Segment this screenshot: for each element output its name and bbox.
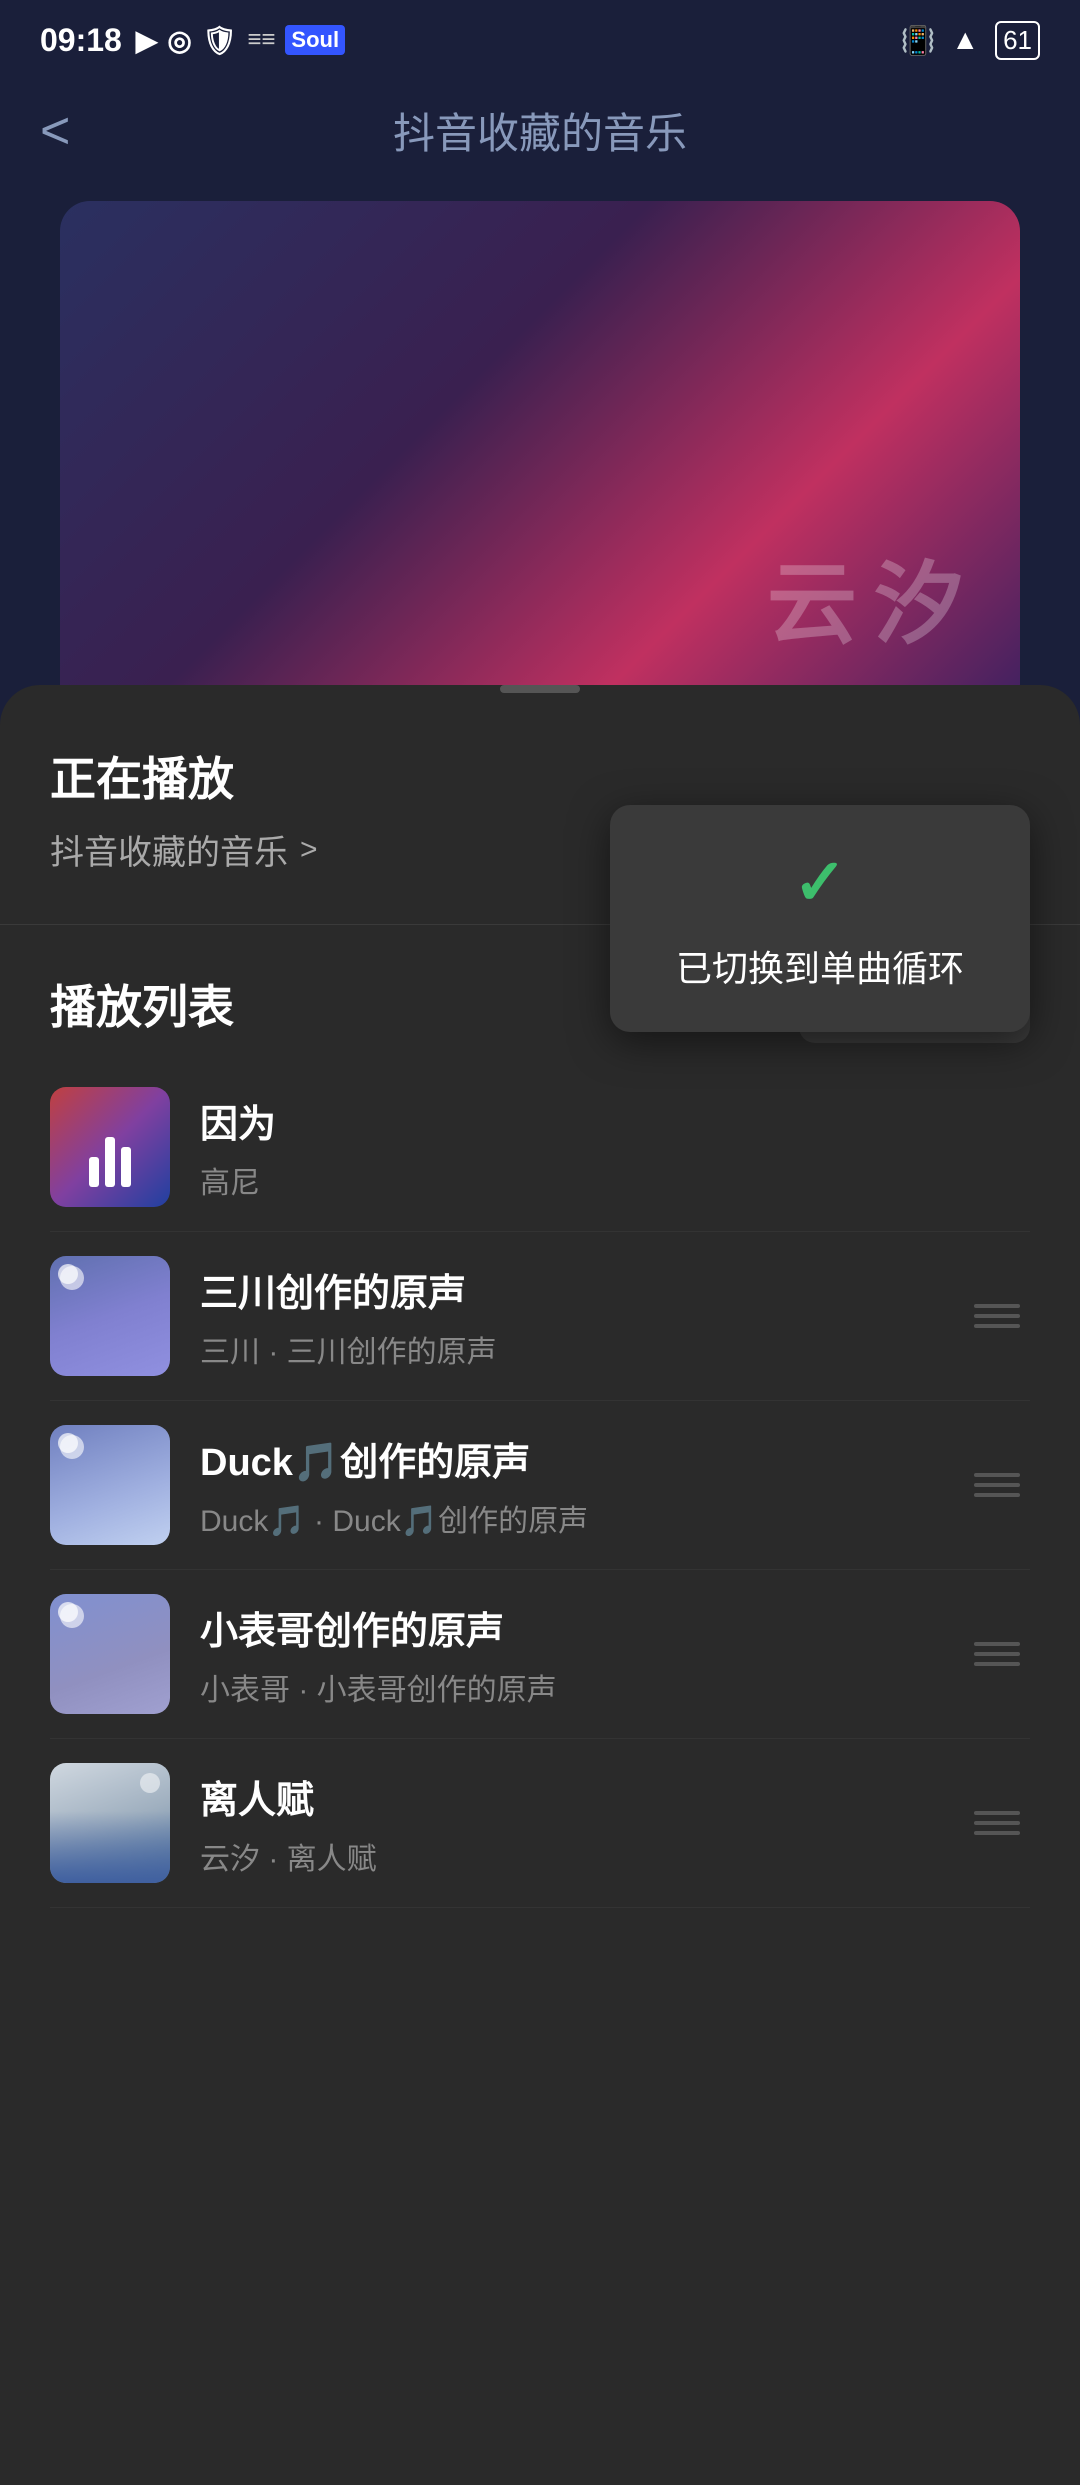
track-info-3: Duck🎵创作的原声 Duck🎵 · Duck🎵创作的原声 (200, 1431, 934, 1540)
track-sub-5: 云汐 · 离人赋 (200, 1834, 934, 1878)
track-name-2: 三川创作的原声 (200, 1262, 934, 1317)
soul-icon: Soul (285, 25, 345, 55)
track-info-1: 因为 高尼 (200, 1093, 1030, 1202)
status-time: 09:18 (40, 22, 122, 59)
track-item[interactable]: Duck🎵创作的原声 Duck🎵 · Duck🎵创作的原声 (50, 1401, 1030, 1570)
drag-reorder-icon-5[interactable] (964, 1801, 1030, 1845)
track-sub-4: 小表哥 · 小表哥创作的原声 (200, 1665, 934, 1709)
track-thumbnail-3 (50, 1425, 170, 1545)
app-icon: ≡≡ (247, 26, 275, 54)
drag-reorder-icon-3[interactable] (964, 1463, 1030, 1507)
status-right: 📳 ▲ 61 (900, 21, 1040, 60)
now-playing-label: 正在播放 (50, 743, 1030, 809)
track-item[interactable]: 因为 高尼 (50, 1063, 1030, 1232)
album-overlay-text: 云 汐 (767, 531, 960, 661)
shield-icon: 🛡 (202, 24, 238, 57)
now-playing-playlist: 抖音收藏的音乐 (50, 825, 288, 874)
track-thumbnail-5 (50, 1763, 170, 1883)
battery-icon: 61 (995, 21, 1040, 60)
check-icon: ✓ (793, 845, 847, 920)
drag-handle[interactable] (500, 685, 580, 693)
track-info-4: 小表哥创作的原声 小表哥 · 小表哥创作的原声 (200, 1600, 934, 1709)
track-sub-2: 三川 · 三川创作的原声 (200, 1327, 934, 1371)
notification-icon: ▶ (136, 24, 158, 57)
playlist-title: 播放列表 (50, 971, 234, 1037)
chevron-right-icon: > (300, 833, 318, 867)
drag-reorder-icon-2[interactable] (964, 1294, 1030, 1338)
track-thumbnail-2 (50, 1256, 170, 1376)
album-art: 云 汐 (60, 201, 1020, 721)
track-name-5: 离人赋 (200, 1769, 934, 1824)
track-sub-1: 高尼 (200, 1158, 1030, 1202)
page-title: 抖音收藏的音乐 (393, 100, 687, 161)
track-sub-3: Duck🎵 · Duck🎵创作的原声 (200, 1496, 934, 1540)
track-item[interactable]: 小表哥创作的原声 小表哥 · 小表哥创作的原声 (50, 1570, 1030, 1739)
track-item[interactable]: 三川创作的原声 三川 · 三川创作的原声 (50, 1232, 1030, 1401)
equalizer-icon (89, 1137, 131, 1187)
track-list: 因为 高尼 三川创作的原声 三川 · 三川创作的原声 (0, 1063, 1080, 1908)
track-art-5 (50, 1763, 170, 1883)
nav-bar: < 抖音收藏的音乐 (0, 80, 1080, 181)
status-bar: 09:18 ▶ ◎ 🛡 ≡≡ Soul 📳 ▲ 61 (0, 0, 1080, 80)
wifi-icon: ▲ (951, 24, 979, 56)
loop-mode-container: ✓ 已切换到单曲循环 ↻ 单曲循环 (799, 965, 1030, 1043)
tooltip-popup: ✓ 已切换到单曲循环 (610, 805, 1030, 1032)
track-thumbnail-1 (50, 1087, 170, 1207)
vibrate-icon: 📳 (900, 24, 935, 57)
track-name-3: Duck🎵创作的原声 (200, 1431, 934, 1486)
track-name-4: 小表哥创作的原声 (200, 1600, 934, 1655)
track-info-2: 三川创作的原声 三川 · 三川创作的原声 (200, 1262, 934, 1371)
dot-indicator (58, 1264, 78, 1284)
tooltip-text: 已切换到单曲循环 (676, 940, 964, 992)
back-button[interactable]: < (40, 101, 70, 161)
track-thumbnail-4 (50, 1594, 170, 1714)
dot-indicator (58, 1602, 78, 1622)
track-info-5: 离人赋 云汐 · 离人赋 (200, 1769, 934, 1878)
status-icons: ▶ ◎ 🛡 ≡≡ Soul (136, 24, 345, 57)
compass-icon: ◎ (167, 24, 191, 57)
dot-indicator (58, 1433, 78, 1453)
bottom-sheet: 正在播放 抖音收藏的音乐 > 播放列表 ✓ 已切换到单曲循环 ↻ 单曲循环 (0, 685, 1080, 2485)
track-name-1: 因为 (200, 1093, 1030, 1148)
playlist-header: 播放列表 ✓ 已切换到单曲循环 ↻ 单曲循环 (0, 945, 1080, 1063)
drag-reorder-icon-4[interactable] (964, 1632, 1030, 1676)
track-item[interactable]: 离人赋 云汐 · 离人赋 (50, 1739, 1030, 1908)
